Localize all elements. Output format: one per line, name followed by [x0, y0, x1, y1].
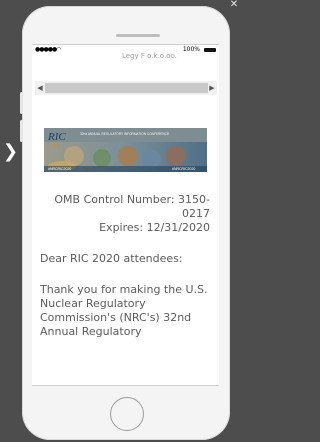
wifi-icon: ◠: [56, 46, 62, 53]
volume-button: [20, 120, 23, 142]
banner-image: RIC 2020 32nd ANNUAL REGULATORY INFORMAT…: [44, 128, 207, 172]
horizontal-scrollbar[interactable]: ◀ ▶: [35, 81, 217, 95]
banner-right-tag: #NRCRIC2020: [172, 167, 195, 171]
banner-headline: 32nd ANNUAL REGULATORY INFORMATION CONFE…: [80, 132, 169, 136]
banner-left-tag: #NRCRIC2020: [48, 167, 71, 171]
chevron-right-icon[interactable]: ❯: [3, 142, 18, 162]
battery-icon: [204, 48, 216, 52]
scroll-thumb[interactable]: [45, 83, 208, 93]
cutoff-text: Legy F o.k.o.oo.: [122, 52, 177, 60]
letter-body: Thank you for making the U.S. Nuclear Re…: [40, 283, 208, 338]
arrow-left-icon[interactable]: ◀: [36, 82, 44, 94]
banner-year: 2020: [52, 142, 62, 147]
volume-button: [20, 92, 23, 114]
greeting: Dear RIC 2020 attendees:: [40, 252, 183, 265]
arrow-right-icon[interactable]: ▶: [208, 82, 216, 94]
signal-dots-icon: ●●●●●: [35, 46, 57, 53]
omb-control-number: OMB Control Number: 3150-0217: [54, 193, 210, 220]
home-button[interactable]: [110, 397, 144, 431]
battery-percent: 100%: [182, 46, 200, 53]
expiration-date: Expires: 12/31/2020: [99, 221, 210, 234]
phone-screen: ●●●●● ◠ 100% Legy F o.k.o.oo. ◀ ▶ RIC 20…: [32, 44, 219, 386]
close-icon[interactable]: ✕: [229, 0, 239, 10]
letter-content: OMB Control Number: 3150-0217 Expires: 1…: [40, 193, 210, 356]
conference-banner: RIC 2020 32nd ANNUAL REGULATORY INFORMAT…: [44, 128, 207, 172]
speaker-grille: [116, 34, 160, 37]
